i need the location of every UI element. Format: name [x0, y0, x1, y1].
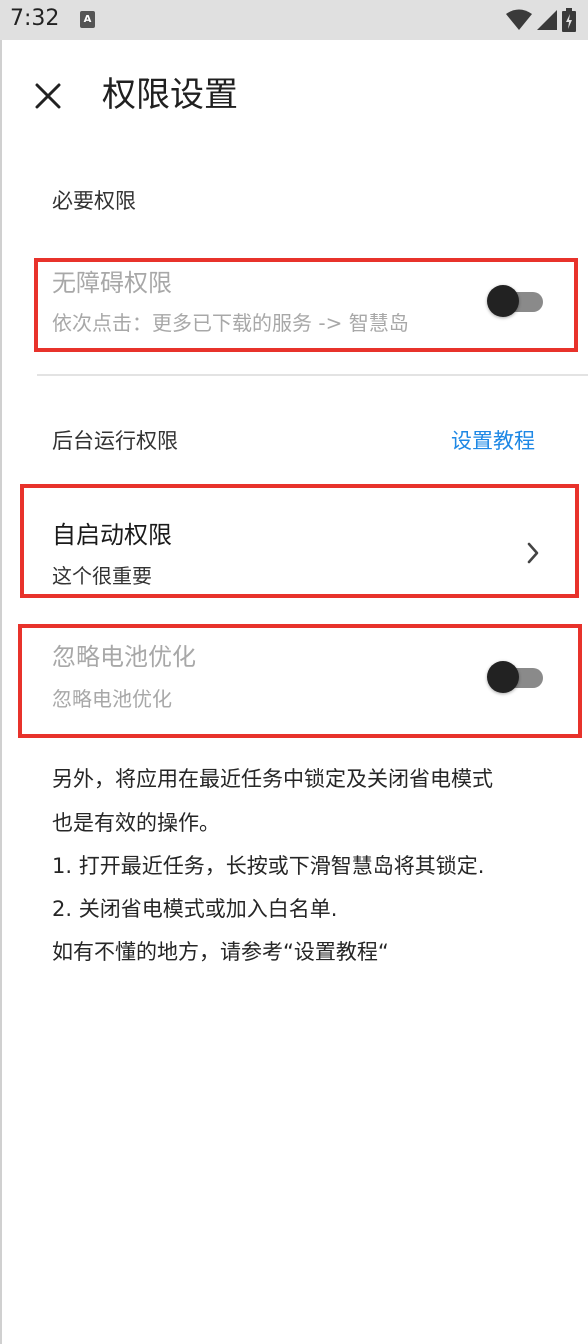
close-icon — [35, 83, 61, 109]
status-bar: 7:32 A — [0, 0, 588, 40]
toggle-thumb — [487, 285, 519, 317]
note-line: 另外，将应用在最近任务中锁定及关闭省电模式 — [52, 767, 493, 791]
status-time: 7:32 — [10, 6, 60, 31]
toggle-thumb — [487, 661, 519, 693]
autostart-permission-row[interactable]: 自启动权限 这个很重要 — [0, 486, 588, 598]
divider — [37, 374, 588, 376]
accessibility-permission-row[interactable]: 无障碍权限 依次点击：更多已下载的服务 -> 智慧岛 — [0, 256, 588, 352]
autostart-permission-subtitle: 这个很重要 — [52, 564, 152, 588]
accessibility-toggle[interactable] — [487, 284, 545, 318]
setup-tutorial-link[interactable]: 设置教程 — [451, 426, 535, 456]
battery-optimization-subtitle: 忽略电池优化 — [52, 687, 172, 711]
note-line: 1. 打开最近任务，长按或下滑智慧岛将其锁定. — [52, 854, 485, 878]
close-button[interactable] — [28, 76, 68, 116]
battery-optimization-toggle[interactable] — [487, 660, 545, 694]
status-icons — [506, 8, 576, 32]
battery-icon — [562, 8, 576, 32]
page-title: 权限设置 — [102, 75, 238, 115]
chevron-right-icon — [527, 542, 539, 564]
accessibility-permission-title: 无障碍权限 — [52, 269, 172, 297]
note-line: 如有不懂的地方，请参考“设置教程“ — [52, 940, 389, 964]
autostart-permission-title: 自启动权限 — [52, 521, 172, 549]
note-line: 2. 关闭省电模式或加入白名单. — [52, 897, 338, 921]
section-header-required: 必要权限 — [52, 189, 136, 213]
section-header-background: 后台运行权限 — [52, 429, 178, 453]
cell-signal-icon — [537, 10, 557, 30]
battery-optimization-row[interactable]: 忽略电池优化 忽略电池优化 — [0, 626, 588, 736]
note-line: 也是有效的操作。 — [52, 811, 220, 835]
battery-optimization-title: 忽略电池优化 — [52, 643, 196, 671]
accessibility-permission-subtitle: 依次点击：更多已下载的服务 -> 智慧岛 — [52, 311, 409, 335]
wifi-icon — [506, 9, 532, 30]
notification-a-icon: A — [80, 11, 95, 28]
